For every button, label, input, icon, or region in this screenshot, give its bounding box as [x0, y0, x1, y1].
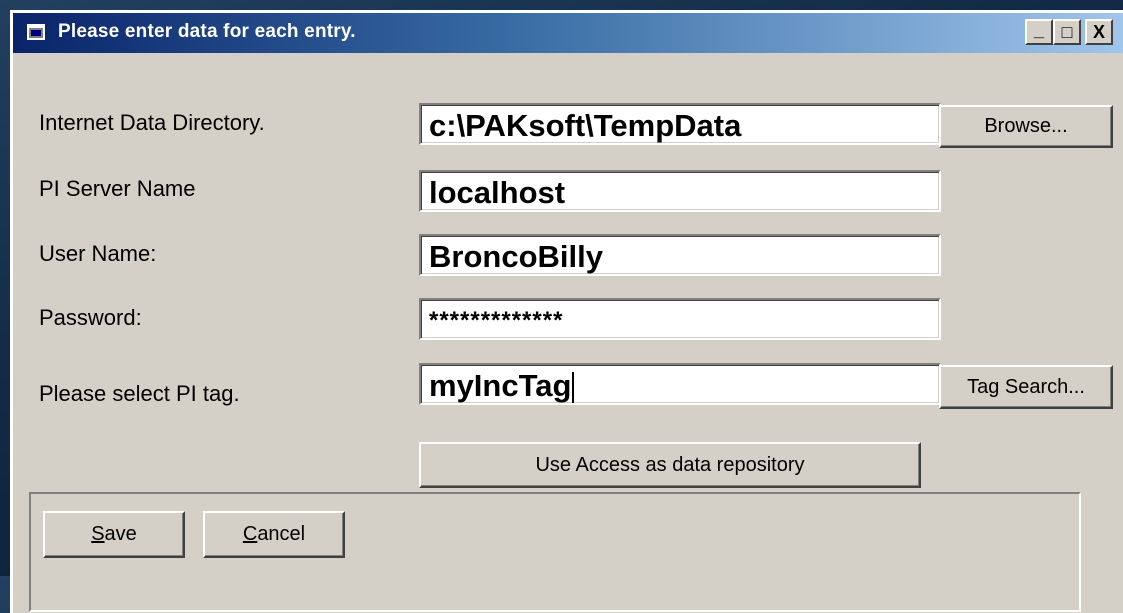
server-name-label: PI Server Name	[39, 176, 196, 201]
save-button[interactable]: Save	[43, 511, 185, 558]
cancel-button[interactable]: Cancel	[203, 511, 345, 558]
cancel-accelerator: C	[242, 523, 258, 545]
data-directory-label: Internet Data Directory.	[39, 110, 265, 135]
minimize-icon: _	[1033, 20, 1044, 40]
close-icon: X	[1092, 21, 1105, 42]
user-name-input[interactable]: BroncoBilly	[419, 234, 941, 276]
server-name-input[interactable]: localhost	[419, 170, 941, 212]
maximize-button[interactable]: □	[1053, 19, 1081, 45]
pi-tag-label: Please select PI tag.	[39, 381, 240, 406]
save-accelerator: S	[91, 523, 105, 545]
save-label: ave	[104, 523, 137, 545]
password-label: Password:	[39, 305, 142, 330]
maximize-icon: □	[1061, 21, 1073, 42]
browse-button[interactable]: Browse...	[939, 105, 1113, 148]
title-bar[interactable]: Please enter data for each entry. _ □ X	[13, 13, 1123, 53]
app-icon	[27, 24, 45, 40]
text-caret	[572, 371, 575, 403]
close-button[interactable]: X	[1085, 19, 1113, 45]
pi-tag-value: myIncTag	[429, 368, 572, 403]
window-title: Please enter data for each entry.	[58, 21, 356, 42]
minimize-button[interactable]: _	[1025, 19, 1053, 45]
cancel-label: ancel	[257, 523, 306, 545]
dialog-window: Please enter data for each entry. _ □ X …	[10, 10, 1123, 613]
password-input[interactable]: *************	[419, 298, 941, 340]
data-directory-input[interactable]: c:\PAKsoft\TempData	[419, 103, 941, 145]
user-name-label: User Name:	[39, 241, 157, 266]
use-access-button[interactable]: Use Access as data repository	[419, 442, 921, 488]
tag-search-button[interactable]: Tag Search...	[939, 365, 1113, 409]
pi-tag-input[interactable]: myIncTag	[419, 363, 941, 405]
action-frame	[29, 492, 1081, 612]
